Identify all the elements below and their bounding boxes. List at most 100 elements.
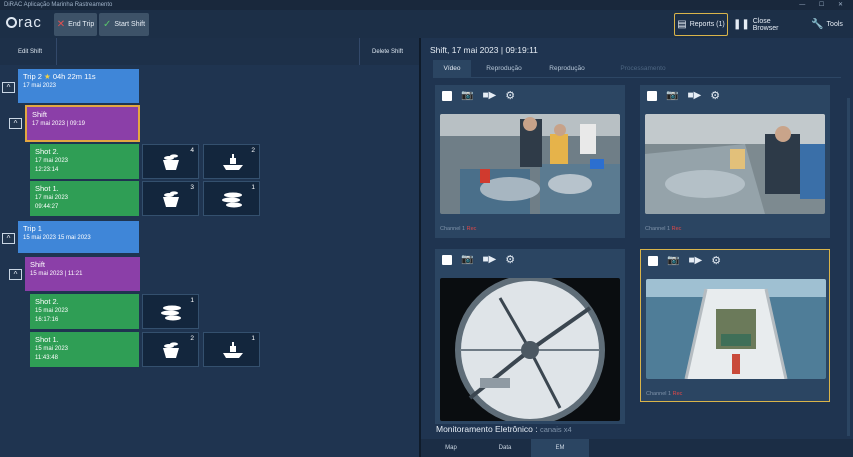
gear-icon[interactable]: ⚙ <box>710 89 720 102</box>
camera-feed-1[interactable] <box>440 114 620 214</box>
shot2a-card[interactable]: Shot 2. 17 mai 2023 12:23:14 <box>30 144 139 179</box>
nav-map[interactable]: Map <box>433 439 469 457</box>
end-trip-label: End Trip <box>68 21 95 28</box>
window-titlebar: DiRAC Aplicação Marinha Rastreamento — ☐… <box>0 0 853 10</box>
shift2-card[interactable]: Shift 17 mai 2023 | 09:19 <box>25 105 140 142</box>
collapse-shift2-button[interactable]: ^ <box>9 118 22 129</box>
reports-button[interactable]: ▤ Reports (1) <box>674 13 728 36</box>
boat-icon <box>223 154 243 170</box>
catch-count: 1 <box>251 184 255 191</box>
bottom-nav: Map Data EM <box>421 439 853 457</box>
shot2b-date: 17 mai 2023 <box>35 195 69 201</box>
shot2b-card[interactable]: Shot 1. 17 mai 2023 09:44:27 <box>30 181 139 216</box>
rec-status: Rec <box>671 226 682 232</box>
start-shift-label: Start Shift <box>114 21 146 28</box>
catch-vessel-tile[interactable]: 1 <box>203 332 260 367</box>
trip1-date: 15 mai 2023 15 mai 2023 <box>23 235 91 241</box>
edit-shift-button[interactable]: Edit Shift <box>18 49 42 55</box>
nav-data[interactable]: Data <box>487 439 523 457</box>
shot1a-date: 15 mai 2023 <box>35 308 69 314</box>
camera-icon[interactable]: 📷 <box>461 254 473 265</box>
gear-icon[interactable]: ⚙ <box>505 89 515 102</box>
rec-status: Rec <box>672 391 683 397</box>
select-checkbox[interactable] <box>442 90 452 101</box>
shift1-card[interactable]: Shift 15 mai 2023 | 11:21 <box>25 257 140 291</box>
shift2-date: 17 mai 2023 | 09:19 <box>32 121 85 127</box>
tab-processing: Processamento <box>620 65 666 72</box>
trip2-date: 17 mai 2023 <box>23 83 57 89</box>
shot1a-time: 16:17:16 <box>35 317 59 323</box>
video-record-icon[interactable]: ■▶ <box>482 254 496 265</box>
gear-icon[interactable]: ⚙ <box>505 253 515 266</box>
boat-icon <box>223 342 243 358</box>
shot2b-time: 09:44:27 <box>35 204 59 210</box>
trip1-card[interactable]: Trip 1 15 mai 2023 15 mai 2023 <box>18 221 139 253</box>
catch-basket-tile[interactable]: 3 <box>142 181 199 216</box>
shift2-title: Shift <box>32 110 48 119</box>
camera-tile-4[interactable]: 📷 ■▶ ⚙ Channel 1 Rec <box>640 249 830 402</box>
em-title: Monitoramento Eletrônico : <box>436 424 538 434</box>
tools-button[interactable]: 🔧 Tools <box>808 13 846 36</box>
camera-tile-1[interactable]: 📷 ■▶ ⚙ Channel 1 Rec <box>435 85 625 238</box>
shot1b-card[interactable]: Shot 1. 15 mai 2023 11:43:48 <box>30 332 139 367</box>
start-shift-button[interactable]: ✓ Start Shift <box>99 13 149 36</box>
shot1a-title: Shot 2. <box>35 297 59 306</box>
end-trip-button[interactable]: ✕ End Trip <box>54 13 97 36</box>
video-record-icon[interactable]: ■▶ <box>688 255 702 266</box>
camera-tile-2[interactable]: 📷 ■▶ ⚙ Channel 1 Rec <box>640 85 830 238</box>
camera-icon[interactable]: 📷 <box>461 90 473 101</box>
trip1-title: Trip 1 <box>23 224 42 233</box>
shift1-date: 15 mai 2023 | 11:21 <box>30 271 83 277</box>
collapse-trip1-button[interactable]: ^ <box>2 233 15 244</box>
select-checkbox[interactable] <box>647 90 657 101</box>
camera-icon[interactable]: 📷 <box>666 90 678 101</box>
star-icon: ★ <box>44 72 51 81</box>
video-scrollbar[interactable] <box>847 98 850 436</box>
catch-count: 3 <box>190 184 194 191</box>
catch-basket-tile[interactable]: 2 <box>142 332 199 367</box>
window-title: DiRAC Aplicação Marinha Rastreamento <box>4 2 113 8</box>
fish-pile-icon <box>161 305 181 321</box>
collapse-shift1-button[interactable]: ^ <box>9 269 22 280</box>
catch-count: 1 <box>251 335 255 342</box>
select-checkbox[interactable] <box>648 255 658 266</box>
tab-video[interactable]: Vídeo <box>433 60 471 78</box>
shot2b-title: Shot 1. <box>35 184 59 193</box>
camera-tile-3[interactable]: 📷 ■▶ ⚙ <box>435 249 625 424</box>
close-browser-label: Close Browser <box>752 17 779 32</box>
catch-basket-tile[interactable]: 4 <box>142 144 199 179</box>
select-checkbox[interactable] <box>442 254 452 265</box>
fish-basket-icon <box>163 191 179 207</box>
shot2a-title: Shot 2. <box>35 147 59 156</box>
divider <box>56 38 57 65</box>
camera-feed-3[interactable] <box>440 278 620 421</box>
collapse-trip2-button[interactable]: ^ <box>2 82 15 93</box>
camera-icon[interactable]: 📷 <box>667 255 679 266</box>
nav-em[interactable]: EM <box>531 439 589 457</box>
catch-count: 2 <box>190 335 194 342</box>
gear-icon[interactable]: ⚙ <box>711 254 721 267</box>
catch-fish-tile[interactable]: 1 <box>142 294 199 329</box>
channel-label: Channel 1 <box>440 226 466 232</box>
stern-deck-scene <box>646 279 826 379</box>
trip2-card[interactable]: Trip 2 ★ 04h 22m 11s 17 mai 2023 <box>18 69 139 103</box>
camera-feed-4[interactable] <box>646 279 826 379</box>
shift-action-bar: Edit Shift Delete Shift <box>0 38 420 65</box>
tab-playback-1[interactable]: Reprodução <box>473 60 535 78</box>
rec-status: Rec <box>466 226 477 232</box>
delete-shift-button[interactable]: Delete Shift <box>372 49 403 55</box>
tab-playback-2[interactable]: Reprodução <box>537 60 597 78</box>
logo-text: rac <box>18 14 42 31</box>
check-icon: ✓ <box>102 19 112 30</box>
video-record-icon[interactable]: ■▶ <box>482 90 496 101</box>
video-record-icon[interactable]: ■▶ <box>687 90 701 101</box>
divider <box>359 38 360 65</box>
shift1-title: Shift <box>30 260 46 269</box>
catch-vessel-tile[interactable]: 2 <box>203 144 260 179</box>
window-controls[interactable]: — ☐ ✕ <box>799 0 849 10</box>
shot1a-card[interactable]: Shot 2. 15 mai 2023 16:17:16 <box>30 294 139 329</box>
catch-fish-tile[interactable]: 1 <box>203 181 260 216</box>
camera-feed-2[interactable] <box>645 114 825 214</box>
close-browser-button[interactable]: ❚❚ Close Browser <box>733 13 795 36</box>
channel-label: Channel 1 <box>646 391 672 397</box>
